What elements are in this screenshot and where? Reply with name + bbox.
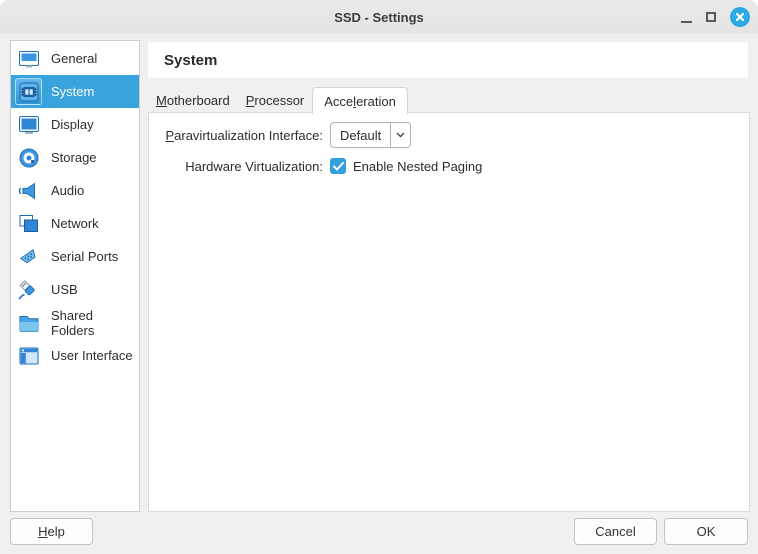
acceleration-panel: Paravirtualization Interface: Default Ha…	[148, 112, 750, 512]
sidebar-item-label: Audio	[51, 183, 84, 198]
system-icon	[15, 78, 42, 105]
sidebar-item-label: User Interface	[51, 348, 133, 363]
paravirtualization-dropdown[interactable]: Default	[330, 122, 411, 148]
window-title: SSD - Settings	[334, 10, 424, 25]
sidebar-item-user-interface[interactable]: User Interface	[11, 339, 139, 372]
close-icon[interactable]	[730, 7, 750, 27]
audio-icon	[15, 177, 42, 204]
serial-ports-icon	[15, 243, 42, 270]
acceleration-form: Paravirtualization Interface: Default Ha…	[149, 113, 749, 174]
sidebar-item-general[interactable]: General	[11, 42, 139, 75]
sidebar-item-shared-folders[interactable]: Shared Folders	[11, 306, 139, 339]
cancel-button[interactable]: Cancel	[574, 518, 657, 545]
page-title: System	[164, 52, 217, 69]
sidebar-item-storage[interactable]: Storage	[11, 141, 139, 174]
chevron-down-icon	[390, 123, 410, 147]
footer-actions: Cancel OK	[574, 518, 748, 545]
usb-icon	[15, 276, 42, 303]
sidebar-item-label: Serial Ports	[51, 249, 118, 264]
sidebar-item-display[interactable]: Display	[11, 108, 139, 141]
paravirtualization-row: Paravirtualization Interface: Default	[149, 122, 749, 148]
help-button[interactable]: Help	[10, 518, 93, 545]
sidebar-item-label: System	[51, 84, 94, 99]
tab-acceleration[interactable]: Acceleration	[312, 87, 408, 114]
ok-button[interactable]: OK	[664, 518, 748, 545]
system-tabs: Motherboard Processor Acceleration	[148, 86, 750, 113]
sidebar-item-label: Storage	[51, 150, 97, 165]
nested-paging-checkbox[interactable]	[330, 158, 346, 174]
general-icon	[15, 45, 42, 72]
settings-window: SSD - Settings General	[0, 0, 758, 554]
display-icon	[15, 111, 42, 138]
titlebar: SSD - Settings	[0, 0, 758, 34]
network-icon	[15, 210, 42, 237]
nested-paging-label[interactable]: Enable Nested Paging	[353, 159, 482, 174]
sidebar-item-label: Shared Folders	[51, 308, 139, 338]
hardware-virtualization-row: Hardware Virtualization: Enable Nested P…	[149, 158, 749, 174]
shared-folders-icon	[15, 309, 42, 336]
settings-category-list: General System Display Storage	[10, 40, 140, 512]
sidebar-item-usb[interactable]: USB	[11, 273, 139, 306]
sidebar-item-label: Network	[51, 216, 99, 231]
sidebar-item-serial-ports[interactable]: Serial Ports	[11, 240, 139, 273]
user-interface-icon	[15, 342, 42, 369]
storage-icon	[15, 144, 42, 171]
page-header: System	[148, 42, 748, 78]
window-controls	[681, 0, 750, 34]
sidebar-item-label: General	[51, 51, 97, 66]
tab-motherboard[interactable]: Motherboard	[148, 87, 238, 113]
minimize-icon[interactable]	[681, 21, 692, 23]
sidebar-item-label: Display	[51, 117, 94, 132]
sidebar-item-network[interactable]: Network	[11, 207, 139, 240]
hardware-virtualization-label: Hardware Virtualization:	[149, 159, 323, 174]
sidebar-item-audio[interactable]: Audio	[11, 174, 139, 207]
paravirtualization-value: Default	[331, 123, 390, 147]
tab-processor[interactable]: Processor	[238, 87, 313, 113]
paravirtualization-label: Paravirtualization Interface:	[149, 128, 323, 143]
sidebar-item-system[interactable]: System	[11, 75, 139, 108]
maximize-icon[interactable]	[706, 12, 716, 22]
sidebar-item-label: USB	[51, 282, 78, 297]
